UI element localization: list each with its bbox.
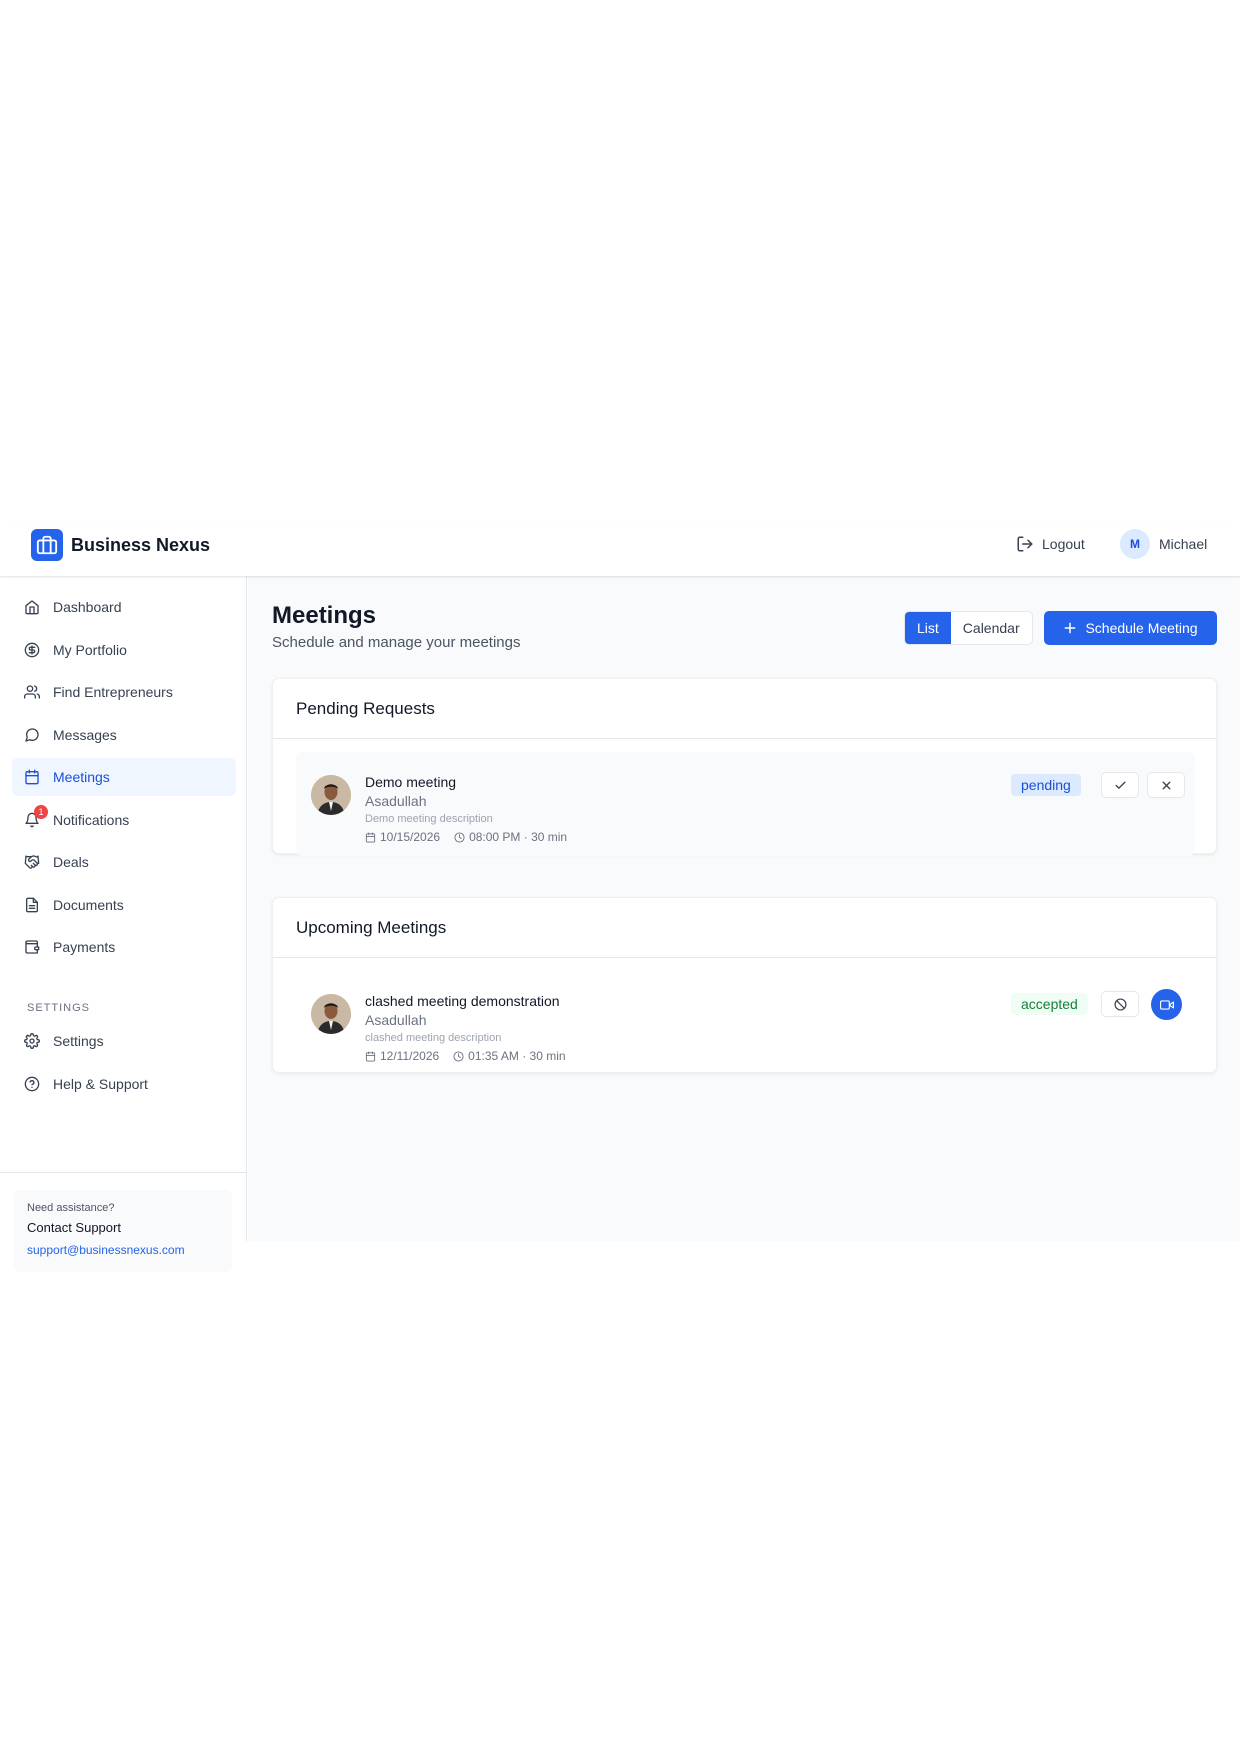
schedule-meeting-button[interactable]: Schedule Meeting — [1044, 611, 1217, 645]
avatar — [311, 775, 351, 815]
calendar-icon — [24, 769, 40, 785]
sidebar-item-dashboard[interactable]: Dashboard — [12, 588, 236, 626]
users-icon — [24, 684, 40, 700]
wallet-icon — [24, 939, 40, 955]
sidebar-item-label: Deals — [53, 854, 89, 870]
sidebar-item-help-support[interactable]: Help & Support — [12, 1065, 236, 1103]
logout-button[interactable]: Logout — [1016, 535, 1085, 553]
logout-icon — [1017, 536, 1033, 552]
page-subtitle: Schedule and manage your meetings — [272, 634, 521, 651]
sidebar-item-label: Documents — [53, 897, 124, 913]
top-header: Business Nexus Logout M Michael — [0, 526, 1240, 576]
sidebar-item-messages[interactable]: Messages — [12, 716, 236, 754]
sidebar-item-deals[interactable]: Deals — [12, 843, 236, 881]
file-text-icon — [24, 897, 40, 913]
main-content: Meetings Schedule and manage your meetin… — [248, 576, 1240, 1241]
help-circle-icon — [24, 1076, 40, 1092]
join-video-button[interactable] — [1151, 989, 1182, 1020]
avatar — [311, 994, 351, 1034]
handshake-icon — [24, 854, 40, 870]
sidebar-item-label: Meetings — [53, 769, 110, 785]
cancel-meeting-button[interactable] — [1101, 991, 1139, 1017]
sidebar-item-label: Messages — [53, 727, 117, 743]
meeting-description: clashed meeting description — [365, 1032, 502, 1044]
sidebar-item-settings[interactable]: Settings — [12, 1022, 236, 1060]
plus-icon — [1065, 622, 1076, 634]
logout-label: Logout — [1042, 536, 1085, 552]
meeting-date: 10/15/2026 — [380, 830, 441, 844]
card-title: Upcoming Meetings — [273, 898, 1216, 958]
sidebar-item-my-portfolio[interactable]: My Portfolio — [12, 631, 236, 669]
video-icon — [1159, 999, 1174, 1010]
accept-button[interactable] — [1101, 772, 1139, 798]
meeting-title: Demo meeting — [365, 774, 457, 790]
clock-icon — [453, 1050, 464, 1062]
sidebar-item-notifications[interactable]: 1 Notifications — [12, 801, 236, 839]
support-prompt: Need assistance? — [27, 1202, 115, 1214]
status-badge: accepted — [1011, 993, 1088, 1015]
check-icon — [1114, 781, 1126, 789]
meeting-description: Demo meeting description — [365, 813, 493, 825]
meeting-meta: 12/11/2026 01:35 AM · 30 min — [365, 1049, 566, 1063]
brand-name: Business Nexus — [71, 534, 211, 555]
card-title: Pending Requests — [273, 679, 1216, 739]
bell-icon: 1 — [24, 805, 48, 828]
meeting-time: 08:00 PM · 30 min — [469, 830, 568, 844]
clock-icon — [454, 831, 465, 843]
meeting-meta: 10/15/2026 08:00 PM · 30 min — [365, 830, 567, 844]
close-icon — [1162, 781, 1170, 789]
sidebar-item-label: Notifications — [53, 812, 130, 828]
notification-badge: 1 — [34, 805, 48, 819]
home-icon — [24, 599, 40, 615]
sidebar-item-documents[interactable]: Documents — [12, 886, 236, 924]
decline-button[interactable] — [1147, 772, 1185, 798]
list-view-button[interactable]: List — [905, 612, 951, 644]
dollar-circle-icon — [24, 642, 40, 658]
settings-heading: SETTINGS — [27, 1002, 91, 1014]
list-item: Demo meeting Asadullah Demo meeting desc… — [296, 752, 1195, 856]
message-circle-icon — [24, 727, 40, 743]
sidebar-item-meetings[interactable]: Meetings — [12, 758, 236, 796]
schedule-meeting-label: Schedule Meeting — [1085, 620, 1198, 636]
meeting-participant: Asadullah — [365, 793, 427, 809]
view-toggle: List Calendar — [904, 611, 1033, 645]
calendar-icon — [365, 1050, 376, 1062]
app-window: Business Nexus Logout M Michael Dashboar… — [0, 526, 1240, 1272]
upcoming-meetings-card: Upcoming Meetings clashed meeting demons… — [272, 897, 1217, 1073]
sidebar-item-label: My Portfolio — [53, 642, 127, 658]
avatar: M — [1120, 529, 1150, 559]
briefcase-icon — [31, 529, 63, 561]
status-badge: pending — [1011, 774, 1081, 796]
meeting-participant: Asadullah — [365, 1012, 427, 1028]
sidebar-item-label: Dashboard — [53, 599, 122, 615]
calendar-icon — [365, 831, 376, 843]
gear-icon — [24, 1033, 40, 1049]
list-item: clashed meeting demonstration Asadullah … — [296, 971, 1195, 1075]
pending-requests-card: Pending Requests Demo meeting Asadullah … — [272, 678, 1217, 856]
user-name: Michael — [1159, 536, 1208, 552]
brand[interactable]: Business Nexus — [31, 529, 210, 561]
meeting-date: 12/11/2026 — [380, 1049, 440, 1063]
calendar-view-button[interactable]: Calendar — [951, 612, 1032, 644]
user-menu[interactable]: M Michael — [1120, 529, 1207, 559]
support-email-link[interactable]: support@businessnexus.com — [27, 1243, 219, 1257]
sidebar: Dashboard My Portfolio Find Entrepreneur… — [0, 576, 247, 1272]
sidebar-item-label: Help & Support — [53, 1076, 148, 1092]
page-title: Meetings — [272, 602, 377, 629]
sidebar-item-label: Find Entrepreneurs — [53, 684, 173, 700]
sidebar-divider — [0, 1172, 247, 1173]
meeting-title: clashed meeting demonstration — [365, 993, 560, 1009]
support-box: Need assistance? Contact Support support… — [14, 1190, 232, 1272]
ban-icon — [1113, 997, 1127, 1011]
sidebar-item-find-entrepreneurs[interactable]: Find Entrepreneurs — [12, 673, 236, 711]
sidebar-item-label: Settings — [53, 1033, 104, 1049]
meeting-time: 01:35 AM · 30 min — [468, 1049, 566, 1063]
sidebar-item-payments[interactable]: Payments — [12, 928, 236, 966]
sidebar-item-label: Payments — [53, 939, 116, 955]
support-title: Contact Support — [27, 1220, 121, 1235]
